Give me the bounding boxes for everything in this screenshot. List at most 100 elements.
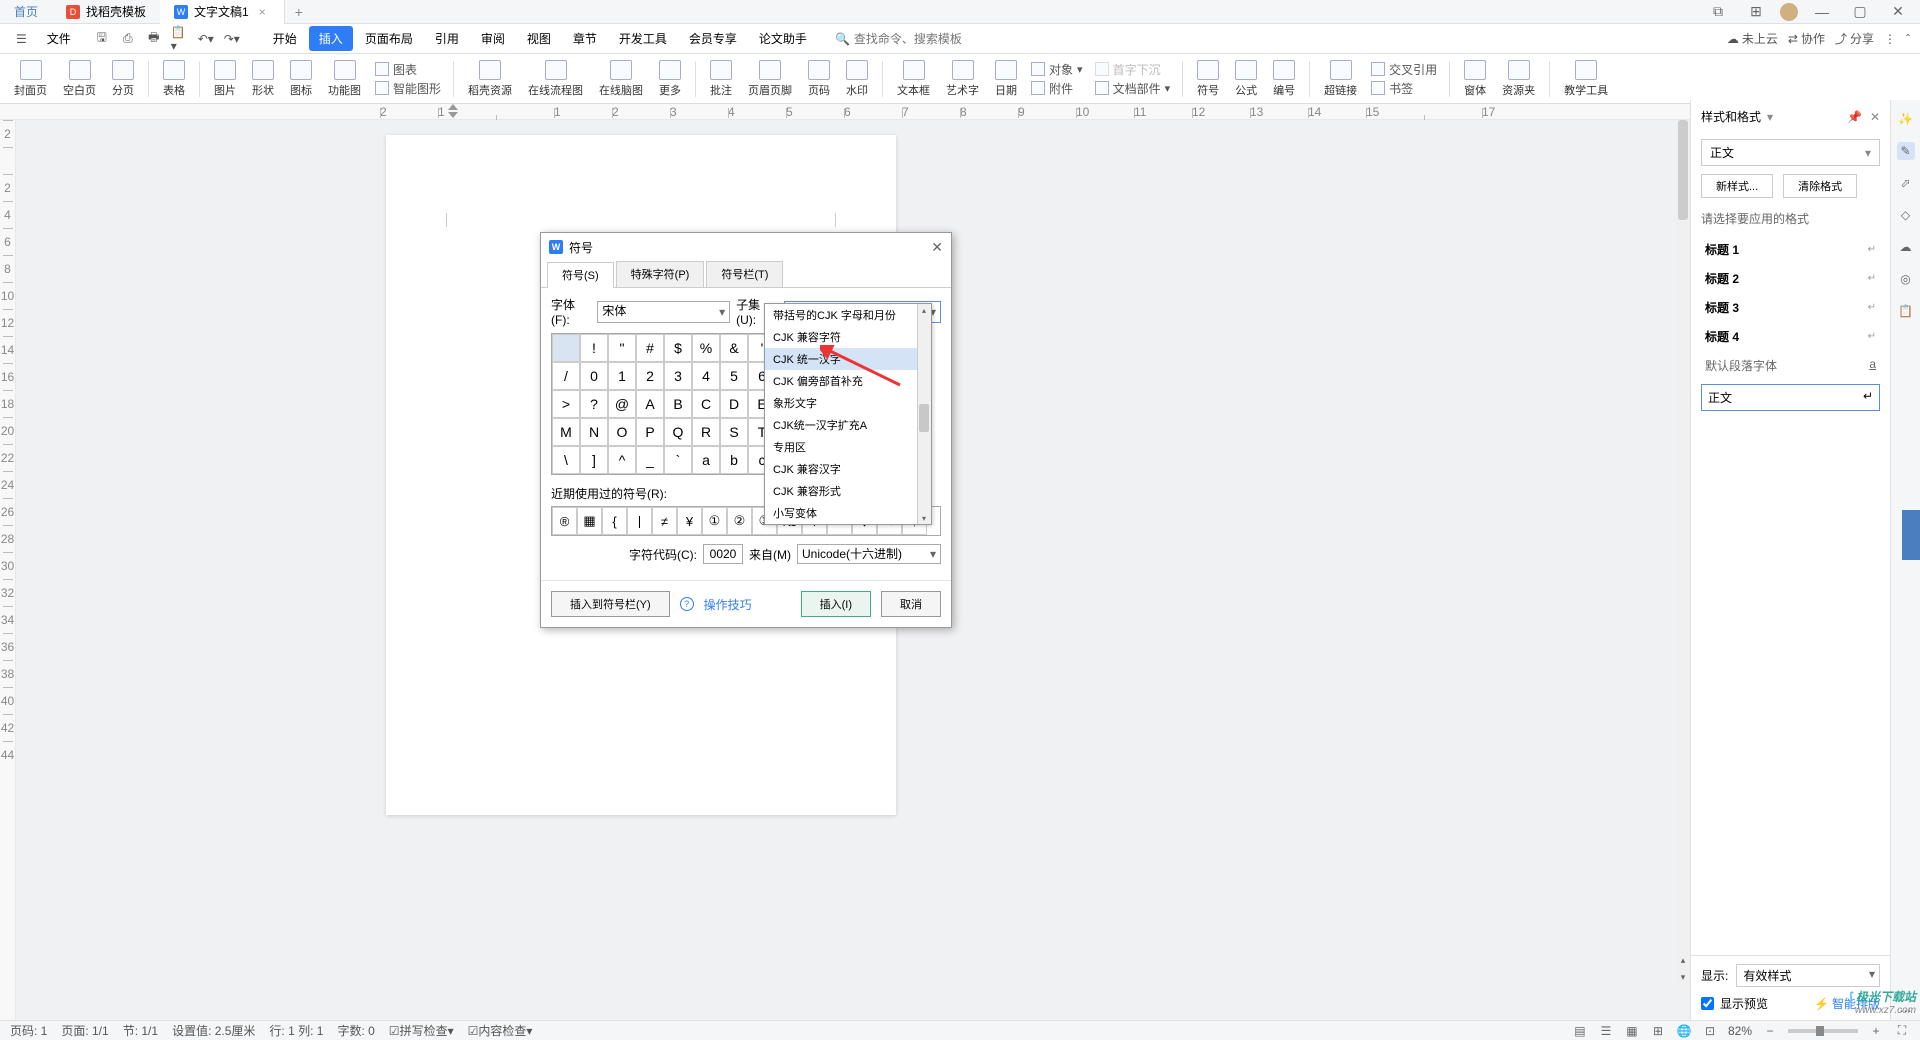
panel-close-icon[interactable]: ✕	[1870, 110, 1880, 124]
tab-document[interactable]: W 文字文稿1 ×	[160, 0, 285, 24]
rb-docparts[interactable]: 文档部件▾	[1095, 80, 1171, 97]
view-web-icon[interactable]: ▦	[1624, 1024, 1640, 1038]
dlg-tab-special[interactable]: 特殊字符(P)	[616, 261, 705, 287]
char-cell[interactable]: `	[664, 446, 692, 474]
redo-icon[interactable]: ↷▾	[223, 30, 241, 48]
char-cell[interactable]: \	[552, 446, 580, 474]
font-select[interactable]: 宋体	[597, 301, 730, 323]
rb-teach[interactable]: 教学工具	[1558, 60, 1614, 98]
menu-icon[interactable]: ☰	[10, 32, 33, 46]
rb-smartart[interactable]: 智能图形	[375, 80, 441, 97]
current-style-select[interactable]: 正文▾	[1701, 139, 1880, 166]
dd-scroll-thumb[interactable]	[919, 404, 929, 432]
rb-function[interactable]: 功能图	[322, 60, 367, 98]
char-cell[interactable]: 0	[580, 362, 608, 390]
tab-home[interactable]: 首页	[0, 0, 52, 24]
tips-link[interactable]: 操作技巧	[704, 596, 752, 613]
dialog-close-icon[interactable]: ✕	[931, 239, 943, 256]
char-cell[interactable]: ^	[608, 446, 636, 474]
dd-scroll-up-icon[interactable]: ▴	[919, 304, 929, 316]
rb-object[interactable]: 对象▾	[1031, 61, 1083, 78]
avatar-icon[interactable]	[1780, 3, 1798, 21]
rb-mindmap[interactable]: 在线脑图	[593, 60, 649, 98]
insert-button[interactable]: 插入(I)	[801, 591, 871, 617]
char-cell[interactable]: #	[636, 334, 664, 362]
char-cell[interactable]: >	[552, 390, 580, 418]
ruler-vertical[interactable]: 2246810121416182022242628303234363840424…	[0, 120, 16, 1020]
style-normal[interactable]: 正文↵	[1701, 384, 1880, 411]
style-heading2[interactable]: 标题 2↵	[1701, 264, 1880, 293]
rb-blank[interactable]: 空白页	[57, 60, 102, 98]
tool-styles-icon[interactable]: ✎	[1897, 142, 1915, 160]
tab-view[interactable]: 视图	[517, 26, 561, 51]
char-cell[interactable]: A	[636, 390, 664, 418]
char-cell[interactable]: Q	[664, 418, 692, 446]
tab-start[interactable]: 开始	[263, 26, 307, 51]
tool-location-icon[interactable]: ◎	[1897, 270, 1915, 288]
tab-layout[interactable]: 页面布局	[355, 26, 423, 51]
char-cell[interactable]: O	[608, 418, 636, 446]
rb-pagenum[interactable]: 页码	[802, 60, 836, 98]
paste-icon[interactable]: 📋▾	[171, 30, 189, 48]
char-cell[interactable]: P	[636, 418, 664, 446]
zoom-slider[interactable]	[1788, 1029, 1858, 1033]
char-cell[interactable]: B	[664, 390, 692, 418]
style-heading1[interactable]: 标题 1↵	[1701, 235, 1880, 264]
rb-flowchart[interactable]: 在线流程图	[522, 60, 589, 98]
char-cell[interactable]: S	[720, 418, 748, 446]
char-cell[interactable]: !	[580, 334, 608, 362]
rb-icon[interactable]: 图标	[284, 60, 318, 98]
view-fullscreen-icon[interactable]: 🌐	[1676, 1024, 1692, 1038]
tool-cloud-icon[interactable]: ☁	[1897, 238, 1915, 256]
char-cell[interactable]: ]	[580, 446, 608, 474]
tab-insert[interactable]: 插入	[309, 26, 353, 51]
expand-icon[interactable]: ⛶	[1894, 1024, 1910, 1038]
char-cell[interactable]: "	[608, 334, 636, 362]
char-cell[interactable]: 3	[664, 362, 692, 390]
char-cell[interactable]: 5	[720, 362, 748, 390]
rb-cover[interactable]: 封面页	[8, 60, 53, 98]
add-tab-button[interactable]: +	[285, 4, 313, 20]
show-select[interactable]: 有效样式	[1736, 964, 1880, 987]
rb-dropcap[interactable]: 首字下沉	[1095, 61, 1171, 78]
char-cell[interactable]: R	[692, 418, 720, 446]
char-cell[interactable]: C	[692, 390, 720, 418]
char-cell[interactable]: D	[720, 390, 748, 418]
close-icon[interactable]: ×	[255, 5, 270, 19]
preview-checkbox[interactable]	[1701, 997, 1714, 1010]
rb-more[interactable]: 更多	[653, 60, 687, 98]
sb-contentcheck[interactable]: ☑内容检查▾	[468, 1022, 533, 1039]
char-cell[interactable]: 1	[608, 362, 636, 390]
chevron-up-icon[interactable]: ˆ	[1906, 32, 1910, 46]
insert-to-bar-button[interactable]: 插入到符号栏(Y)	[551, 591, 670, 617]
dropdown-item[interactable]: CJK 偏旁部首补充	[765, 370, 931, 392]
from-select[interactable]: Unicode(十六进制)	[797, 544, 941, 564]
scrollbar-thumb[interactable]	[1678, 120, 1688, 220]
dlg-tab-bar[interactable]: 符号栏(T)	[706, 261, 783, 287]
style-heading4[interactable]: 标题 4↵	[1701, 322, 1880, 351]
dropdown-scrollbar[interactable]: ▴ ▾	[917, 304, 931, 524]
dropdown-item[interactable]: 小写变体	[765, 502, 931, 524]
tool-clipboard-icon[interactable]: 📋	[1897, 302, 1915, 320]
rb-watermark[interactable]: 水印	[840, 60, 874, 98]
char-cell[interactable]: 4	[692, 362, 720, 390]
scroll-down-icon[interactable]: ▾	[1676, 969, 1690, 986]
rb-hyperlink[interactable]: 超链接	[1318, 60, 1363, 98]
style-heading3[interactable]: 标题 3↵	[1701, 293, 1880, 322]
rb-number[interactable]: 编号	[1267, 60, 1301, 98]
rb-shape[interactable]: 形状	[246, 60, 280, 98]
recent-cell[interactable]: ①	[702, 507, 727, 535]
rb-comment[interactable]: 批注	[704, 60, 738, 98]
recent-cell[interactable]: ¥	[677, 507, 702, 535]
dropdown-item[interactable]: 专用区	[765, 436, 931, 458]
char-cell[interactable]: $	[664, 334, 692, 362]
recent-cell[interactable]: ②	[727, 507, 752, 535]
char-cell[interactable]: @	[608, 390, 636, 418]
rb-equation[interactable]: 公式	[1229, 60, 1263, 98]
indent-marker[interactable]	[448, 104, 458, 114]
more-icon[interactable]: ⋮	[1884, 32, 1896, 46]
tool-shape-icon[interactable]: ◇	[1897, 206, 1915, 224]
rb-resources[interactable]: 资源夹	[1496, 60, 1541, 98]
recent-cell[interactable]: {	[602, 507, 627, 535]
save-icon[interactable]: 🖫	[93, 30, 111, 48]
